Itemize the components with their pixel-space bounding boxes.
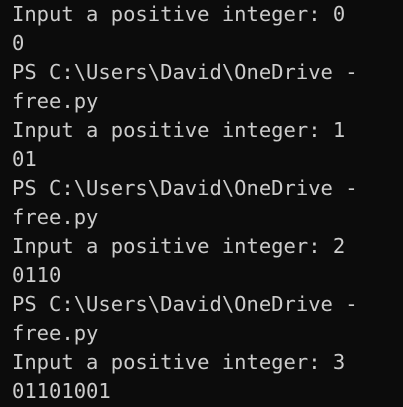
terminal-line: free.py <box>12 89 99 113</box>
terminal-line: 01101001 <box>12 379 111 403</box>
terminal-line: Input a positive integer: 3 <box>12 350 346 374</box>
terminal-line: Input a positive integer: 1 <box>12 118 346 142</box>
terminal-line: Input a positive integer: 2 <box>12 234 346 258</box>
terminal-line: Input a positive integer: 0 <box>12 2 346 26</box>
terminal-line: 0110 <box>12 263 62 287</box>
terminal-line: PS C:\Users\David\OneDrive - <box>12 292 358 316</box>
terminal-line: PS C:\Users\David\OneDrive - <box>12 60 358 84</box>
terminal-output[interactable]: Input a positive integer: 0 0 PS C:\User… <box>0 0 403 407</box>
terminal-line: free.py <box>12 321 99 345</box>
terminal-line: 0 <box>12 31 25 55</box>
terminal-line: free.py <box>12 205 99 229</box>
terminal-line: PS C:\Users\David\OneDrive - <box>12 176 358 200</box>
terminal-line: 01 <box>12 147 37 171</box>
